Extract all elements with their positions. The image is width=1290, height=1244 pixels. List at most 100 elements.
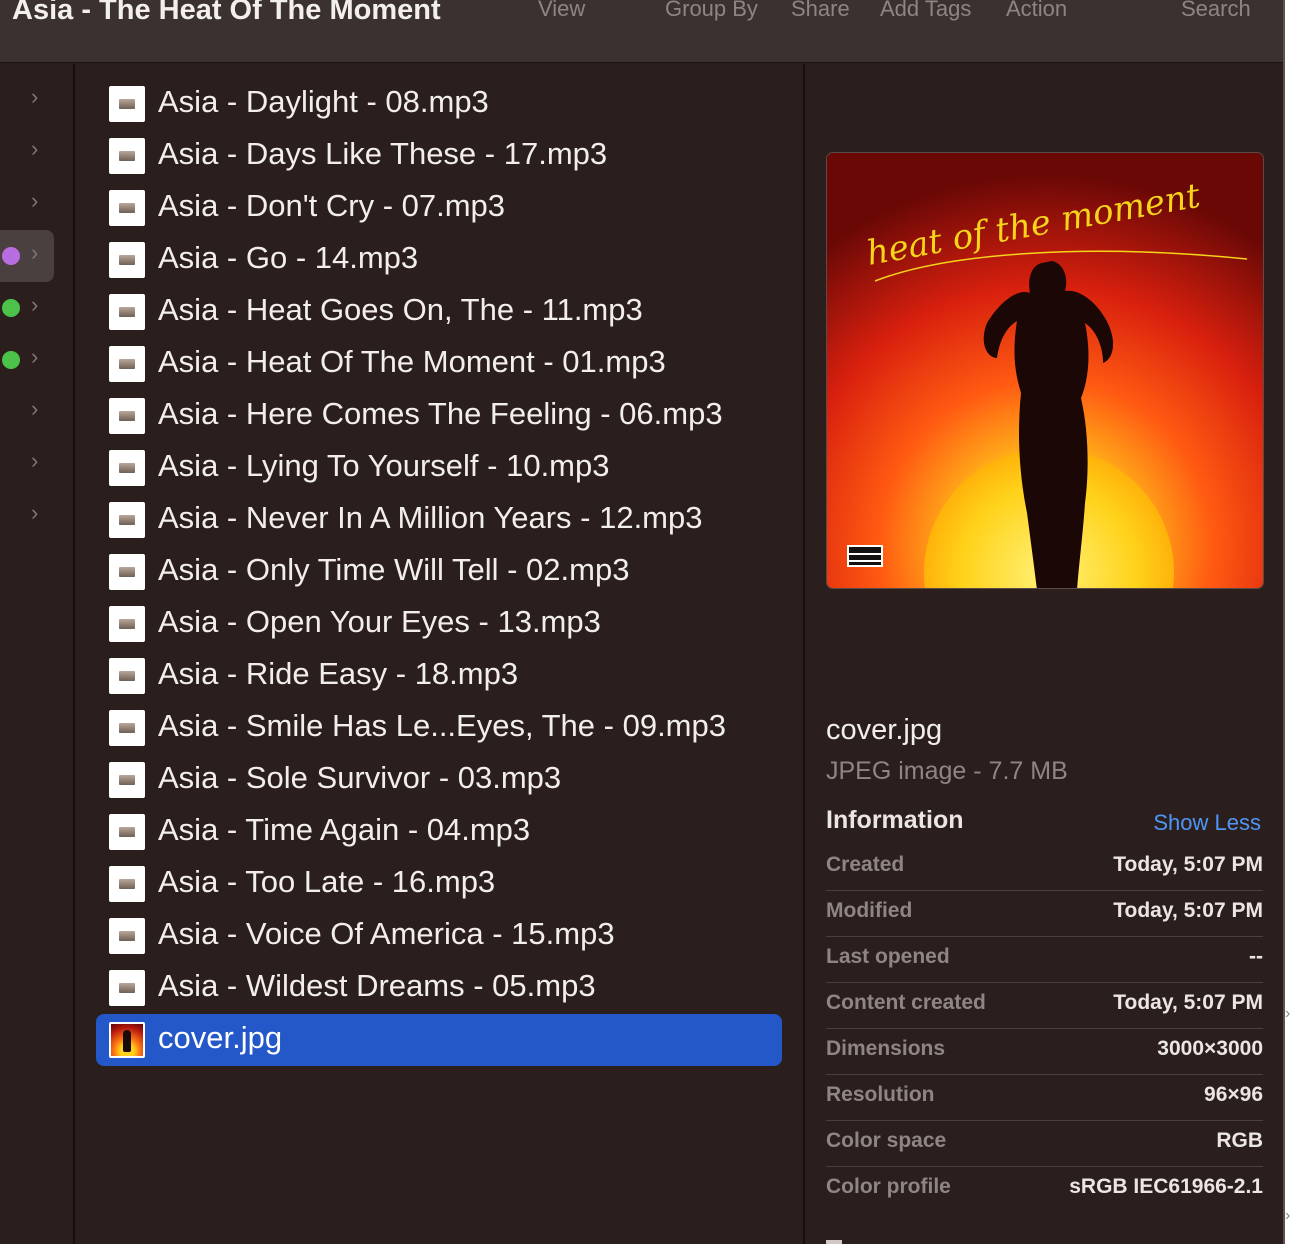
audio-file-icon xyxy=(109,502,145,538)
file-row[interactable]: Asia - Open Your Eyes - 13.mp3 xyxy=(96,598,782,650)
audio-file-icon xyxy=(109,450,145,486)
file-name: Asia - Wildest Dreams - 05.mp3 xyxy=(158,968,596,1003)
audio-file-icon xyxy=(109,346,145,382)
file-list: Asia - Daylight - 08.mp3 Asia - Days Like… xyxy=(77,64,802,1244)
file-row[interactable]: Asia - Wildest Dreams - 05.mp3 xyxy=(96,962,782,1014)
file-row[interactable]: Asia - Time Again - 04.mp3 xyxy=(96,806,782,858)
file-row[interactable]: Asia - Smile Has Le...Eyes, The - 09.mp3 xyxy=(96,702,782,754)
info-value: RGB xyxy=(1216,1129,1263,1152)
search-button[interactable]: Search xyxy=(1181,0,1251,22)
file-row[interactable]: Asia - Heat Of The Moment - 01.mp3 xyxy=(96,338,782,390)
share-button[interactable]: Share xyxy=(791,0,850,22)
file-name: Asia - Don't Cry - 07.mp3 xyxy=(158,188,506,223)
album-artwork-image: heat of the moment xyxy=(826,152,1264,589)
audio-file-icon xyxy=(109,190,145,226)
chevron-right-icon: › xyxy=(31,240,39,265)
file-name: Asia - Heat Of The Moment - 01.mp3 xyxy=(158,344,666,379)
toolbar: Asia - The Heat Of The Moment View Group… xyxy=(0,0,1283,63)
parent-column-row[interactable]: › xyxy=(0,282,75,334)
file-row[interactable]: cover.jpg xyxy=(96,1014,782,1066)
audio-file-icon xyxy=(109,866,145,902)
info-row: Last opened -- xyxy=(826,937,1263,983)
parent-column-row[interactable]: › xyxy=(0,126,75,178)
info-value: Today, 5:07 PM xyxy=(1113,853,1263,876)
info-label: Modified xyxy=(826,899,913,922)
file-name: Asia - Here Comes The Feeling - 06.mp3 xyxy=(158,396,723,431)
file-row[interactable]: Asia - Lying To Yourself - 10.mp3 xyxy=(96,442,782,494)
file-name: Asia - Never In A Million Years - 12.mp3 xyxy=(158,500,703,535)
file-name: Asia - Time Again - 04.mp3 xyxy=(158,812,531,847)
parent-column-row[interactable]: › xyxy=(0,490,75,542)
file-row[interactable]: Asia - Don't Cry - 07.mp3 xyxy=(96,182,782,234)
info-row: Content created Today, 5:07 PM xyxy=(826,983,1263,1029)
file-row[interactable]: Asia - Never In A Million Years - 12.mp3 xyxy=(96,494,782,546)
info-value: 96×96 xyxy=(1204,1083,1263,1106)
info-value: Today, 5:07 PM xyxy=(1113,899,1263,922)
audio-file-icon xyxy=(109,242,145,278)
tag-dot-icon xyxy=(2,351,20,369)
show-less-link[interactable]: Show Less xyxy=(1153,810,1261,836)
info-row: Dimensions 3000×3000 xyxy=(826,1029,1263,1075)
file-row[interactable]: Asia - Heat Goes On, The - 11.mp3 xyxy=(96,286,782,338)
audio-file-icon xyxy=(109,554,145,590)
file-name: Asia - Lying To Yourself - 10.mp3 xyxy=(158,448,610,483)
group-by-button[interactable]: Group By xyxy=(665,0,758,22)
info-label: Content created xyxy=(826,991,986,1014)
edge-mark: › xyxy=(1285,1005,1290,1022)
info-row: Color profile sRGB IEC61966-2.1 xyxy=(826,1167,1263,1213)
action-button[interactable]: Action xyxy=(1006,0,1067,22)
chevron-right-icon: › xyxy=(31,344,39,369)
file-name: Asia - Sole Survivor - 03.mp3 xyxy=(158,760,562,795)
file-name: Asia - Days Like These - 17.mp3 xyxy=(158,136,608,171)
file-row[interactable]: Asia - Go - 14.mp3 xyxy=(96,234,782,286)
info-row: Created Today, 5:07 PM xyxy=(826,845,1263,891)
more-indicator xyxy=(826,1240,842,1244)
file-name: Asia - Only Time Will Tell - 02.mp3 xyxy=(158,552,630,587)
parent-column-row[interactable]: › xyxy=(0,438,75,490)
image-file-icon xyxy=(109,1022,145,1058)
parent-column-row[interactable]: › xyxy=(0,178,75,230)
file-row[interactable]: Asia - Ride Easy - 18.mp3 xyxy=(96,650,782,702)
parent-column-row[interactable]: › xyxy=(0,334,75,386)
file-row[interactable]: Asia - Too Late - 16.mp3 xyxy=(96,858,782,910)
info-label: Color profile xyxy=(826,1175,951,1198)
file-row[interactable]: Asia - Daylight - 08.mp3 xyxy=(96,78,782,130)
audio-file-icon xyxy=(109,814,145,850)
chevron-right-icon: › xyxy=(31,84,39,109)
window-title: Asia - The Heat Of The Moment xyxy=(12,0,441,26)
parent-column-row[interactable]: › xyxy=(0,386,75,438)
audio-file-icon xyxy=(109,138,145,174)
audio-file-icon xyxy=(109,606,145,642)
chevron-right-icon: › xyxy=(31,396,39,421)
file-row[interactable]: Asia - Sole Survivor - 03.mp3 xyxy=(96,754,782,806)
file-row[interactable]: Asia - Days Like These - 17.mp3 xyxy=(96,130,782,182)
file-name: Asia - Too Late - 16.mp3 xyxy=(158,864,496,899)
file-row[interactable]: Asia - Only Time Will Tell - 02.mp3 xyxy=(96,546,782,598)
information-heading: Information xyxy=(826,806,964,834)
info-value: 3000×3000 xyxy=(1157,1037,1263,1060)
chevron-right-icon: › xyxy=(31,188,39,213)
chevron-right-icon: › xyxy=(31,136,39,161)
view-button[interactable]: View xyxy=(538,0,585,22)
parent-column-row[interactable]: › xyxy=(0,74,75,126)
parent-column-row[interactable]: › xyxy=(0,230,54,282)
file-row[interactable]: Asia - Here Comes The Feeling - 06.mp3 xyxy=(96,390,782,442)
audio-file-icon xyxy=(109,762,145,798)
audio-file-icon xyxy=(109,918,145,954)
info-row: Modified Today, 5:07 PM xyxy=(826,891,1263,937)
file-name: Asia - Go - 14.mp3 xyxy=(158,240,419,275)
audio-file-icon xyxy=(109,710,145,746)
add-tags-button[interactable]: Add Tags xyxy=(880,0,971,22)
info-label: Dimensions xyxy=(826,1037,946,1060)
tag-dot-icon xyxy=(2,247,20,265)
file-name: Asia - Smile Has Le...Eyes, The - 09.mp3 xyxy=(158,708,726,743)
info-label: Color space xyxy=(826,1129,947,1152)
parent-column: › › › › › › › › › xyxy=(0,64,75,1244)
audio-file-icon xyxy=(109,294,145,330)
audio-file-icon xyxy=(109,970,145,1006)
preview-file-type: JPEG image - 7.7 MB xyxy=(826,757,1068,785)
chevron-right-icon: › xyxy=(31,500,39,525)
file-row[interactable]: Asia - Voice Of America - 15.mp3 xyxy=(96,910,782,962)
info-row: Color space RGB xyxy=(826,1121,1263,1167)
info-label: Resolution xyxy=(826,1083,935,1106)
